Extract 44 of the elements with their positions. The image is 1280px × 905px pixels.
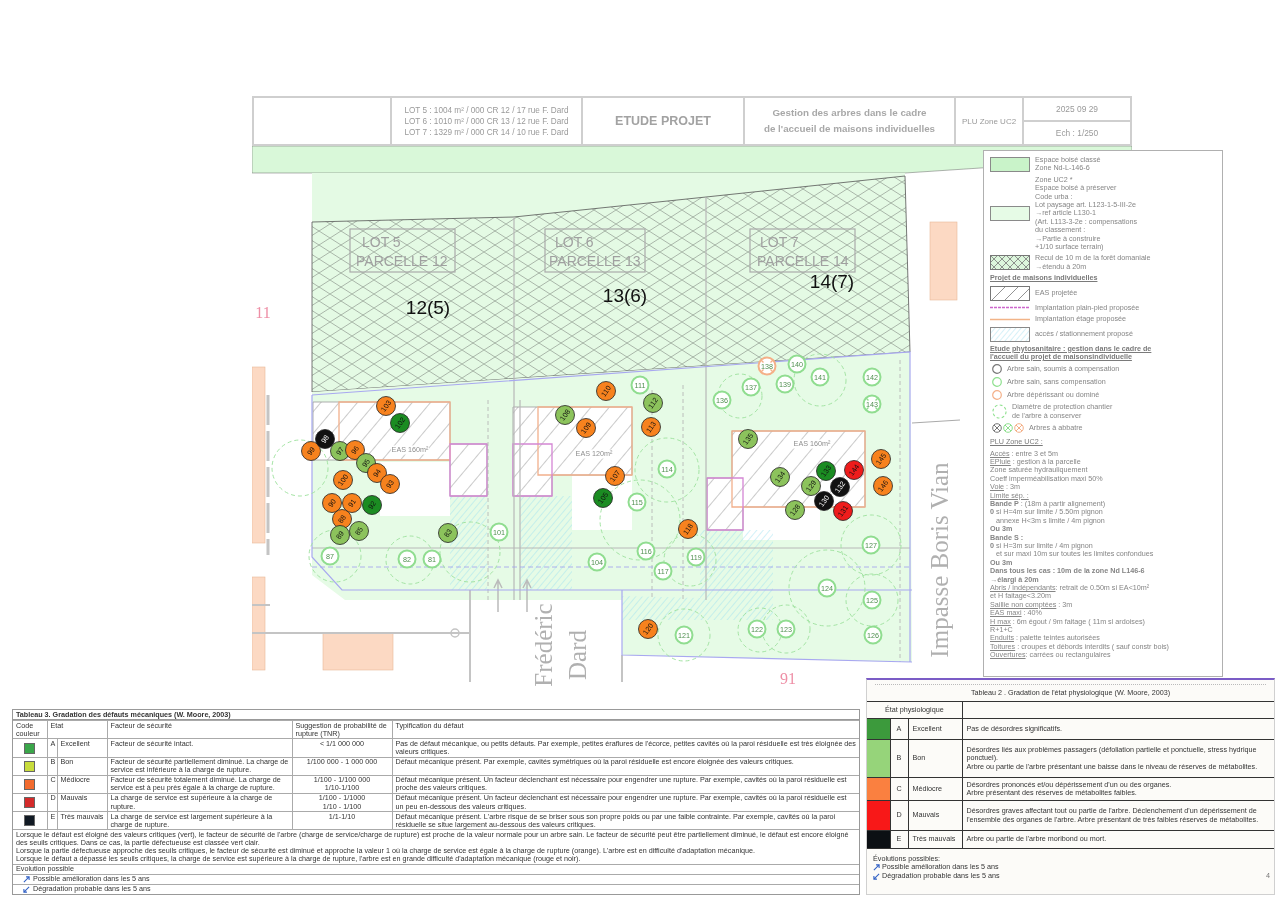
crosshatch-swatch-icon	[990, 255, 1030, 271]
parcel-number: 14(7)	[809, 271, 855, 292]
stage-label: ETUDE PROJET	[615, 114, 711, 128]
circle-icon	[992, 377, 1002, 388]
scale-label: Ech : 1/250	[1024, 120, 1130, 144]
parcel-name: PARCELLE 13	[549, 253, 641, 269]
street-name: Impasse Boris Vian	[926, 462, 953, 658]
lot-description: LOT 7 : 1329 m² / 000 CR 14 / 10 rue F. Dard	[404, 126, 569, 138]
project-title: Gestion des arbres dans le cadre de l'accueil de maisons individuelles	[763, 106, 936, 136]
parcel-name: PARCELLE 14	[757, 253, 849, 269]
protection-zone-ring	[657, 608, 711, 662]
neighbor-building	[322, 632, 394, 671]
diagonal-arrow-icon	[23, 875, 30, 883]
line-swatch-icon	[990, 317, 1030, 321]
date-label: 2025 09 29	[1055, 103, 1099, 116]
lot-name: LOT 7	[760, 234, 799, 250]
hatch-swatch-icon	[990, 326, 1030, 342]
crossed-circles-icon	[992, 423, 1024, 434]
lot-name: LOT 5	[362, 234, 401, 250]
fill-swatch-icon	[990, 156, 1030, 172]
circle-icon	[992, 364, 1002, 375]
zone-label: PLU Zone UC2	[961, 116, 1017, 126]
lot-description: LOT 5 : 1004 m² / 000 CR 12 / 17 rue F. Dard	[404, 104, 569, 116]
street-name: Frédéric	[530, 603, 557, 687]
parcel-number: 13(6)	[602, 285, 648, 306]
plot-number: 91	[780, 670, 796, 687]
hatch-swatch-icon	[990, 285, 1030, 301]
parcel-number: 12(5)	[405, 297, 451, 318]
protection-zone-ring	[385, 535, 435, 585]
lot-description: LOT 6 : 1010 m² / 000 CR 13 / 12 rue F. Dard	[404, 115, 569, 127]
protection-zone-ring	[717, 373, 763, 419]
protection-zone-ring	[793, 353, 847, 407]
protection-zone-ring	[634, 437, 700, 503]
dashed-circle-icon	[992, 404, 1007, 420]
line-swatch-icon	[990, 306, 1030, 310]
plot-number: 11	[255, 304, 271, 321]
diagonal-arrow-icon	[23, 885, 30, 893]
lot-name: LOT 6	[555, 234, 594, 250]
parcel-name: PARCELLE 12	[356, 253, 448, 269]
street-name: Dard	[564, 630, 591, 680]
fill-swatch-icon	[990, 206, 1030, 222]
protection-zone-ring	[308, 529, 362, 583]
circle-icon	[992, 390, 1002, 401]
lawn-clearing	[380, 462, 450, 516]
